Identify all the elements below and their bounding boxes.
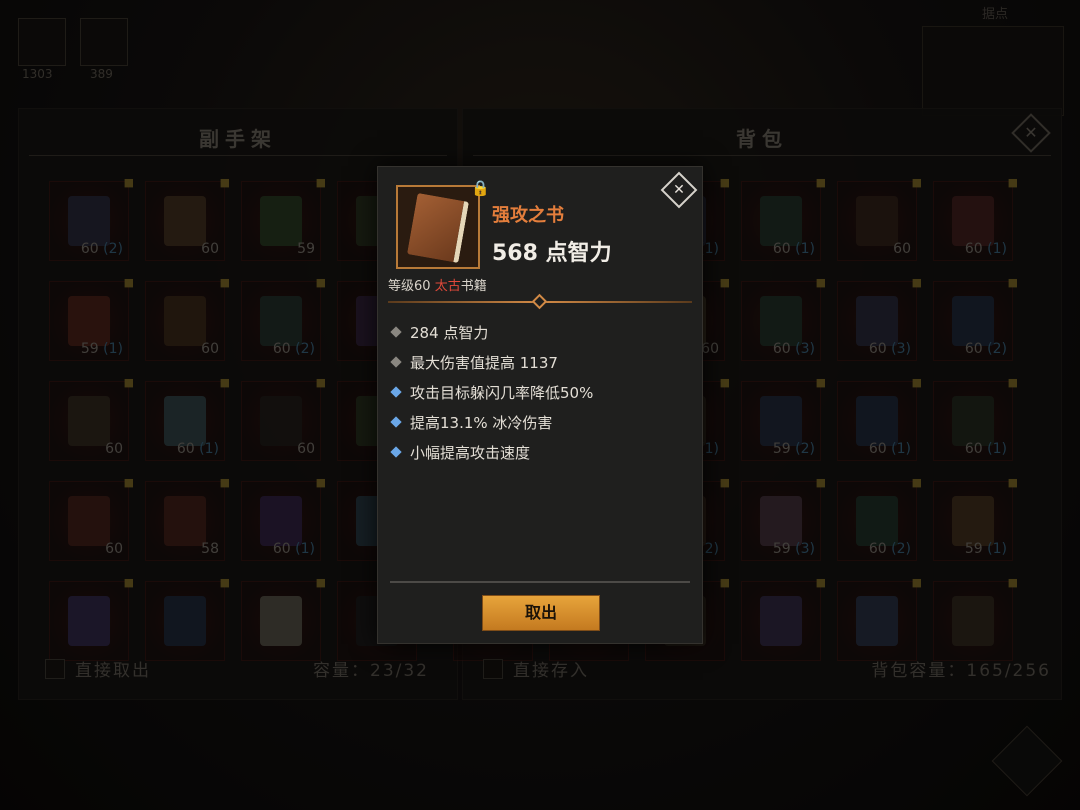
item-main-stat: 568 点智力: [492, 241, 612, 266]
ornament-divider: [388, 293, 692, 310]
stat-text: 攻击目标躲闪几率降低50%: [410, 383, 594, 402]
item-name: 强攻之书: [492, 205, 564, 226]
item-tooltip: 🔒 ✕ 强攻之书 568 点智力 等级60 太古书籍 284 点智力最大伤害值提…: [377, 166, 703, 644]
tooltip-close-button[interactable]: ✕: [660, 171, 698, 209]
item-rarity: 太古: [434, 279, 461, 294]
stat-line: 284 点智力: [390, 317, 593, 347]
book-icon: [407, 192, 469, 264]
stat-line: 小幅提高攻击速度: [390, 437, 593, 467]
diamond-icon: [531, 293, 548, 310]
take-out-button[interactable]: 取出: [482, 595, 600, 631]
diamond-bullet-icon: [390, 386, 402, 398]
stat-line: 攻击目标躲闪几率降低50%: [390, 377, 593, 407]
stat-text: 提高13.1% 冰冷伤害: [410, 413, 553, 432]
item-meta: 等级60 太古书籍: [388, 275, 487, 294]
stat-text: 最大伤害值提高 1137: [410, 353, 558, 372]
item-stats: 284 点智力最大伤害值提高 1137 攻击目标躲闪几率降低50% 提高13.1% …: [390, 317, 593, 467]
diamond-bullet-icon: [390, 326, 402, 338]
item-type: 书籍: [460, 279, 487, 294]
item-icon: [396, 185, 480, 269]
close-icon: ✕: [673, 182, 685, 198]
diamond-bullet-icon: [390, 446, 402, 458]
diamond-bullet-icon: [390, 416, 402, 428]
stat-line: 最大伤害值提高 1137: [390, 347, 593, 377]
divider: [390, 581, 690, 583]
diamond-bullet-icon: [390, 356, 402, 368]
stat-text: 小幅提高攻击速度: [410, 443, 531, 462]
stat-text: 284 点智力: [410, 323, 489, 342]
stat-line: 提高13.1% 冰冷伤害: [390, 407, 593, 437]
item-level: 等级60: [388, 279, 435, 294]
lock-icon: 🔒: [471, 179, 490, 197]
